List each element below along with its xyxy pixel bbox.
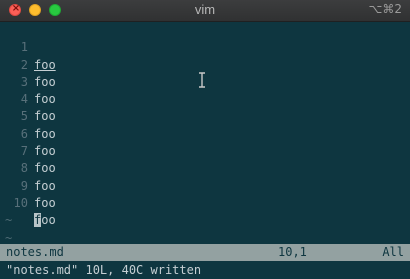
status-line: notes.md 10,1 All <box>0 244 410 261</box>
empty-line: ~ <box>0 195 410 227</box>
editor-buffer[interactable]: 1 foo 2 foo 3 foo 4 foo 5 foo 6 foo 7 fo… <box>0 22 410 262</box>
status-cursor-position: 10,1 <box>278 245 307 259</box>
status-filename: notes.md <box>6 245 64 259</box>
buffer-line[interactable]: 10 foo <box>0 178 410 228</box>
buffer-line[interactable]: 1 foo <box>0 22 410 71</box>
buffer-line[interactable]: 8 foo <box>0 143 410 192</box>
buffer-line[interactable]: 9 foo <box>0 160 410 210</box>
title-bar[interactable]: × vim ⌥⌘2 <box>0 0 410 22</box>
buffer-line[interactable]: 7 foo <box>0 126 410 175</box>
buffer-line[interactable]: 5 foo <box>0 91 410 140</box>
ibeam-cursor-icon <box>199 72 205 88</box>
terminal-window: × vim ⌥⌘2 1 foo 2 foo 3 foo 4 foo 5 foo … <box>0 0 410 279</box>
buffer-line[interactable]: 2 foo <box>0 39 410 89</box>
command-line[interactable]: "notes.md" 10L, 40C written <box>0 262 410 279</box>
window-shortcut: ⌥⌘2 <box>368 2 402 16</box>
empty-line: ~ <box>0 212 410 245</box>
window-title: vim <box>194 2 216 17</box>
status-scroll-percent: All <box>382 245 404 259</box>
buffer-line[interactable]: 6 foo <box>0 108 410 158</box>
